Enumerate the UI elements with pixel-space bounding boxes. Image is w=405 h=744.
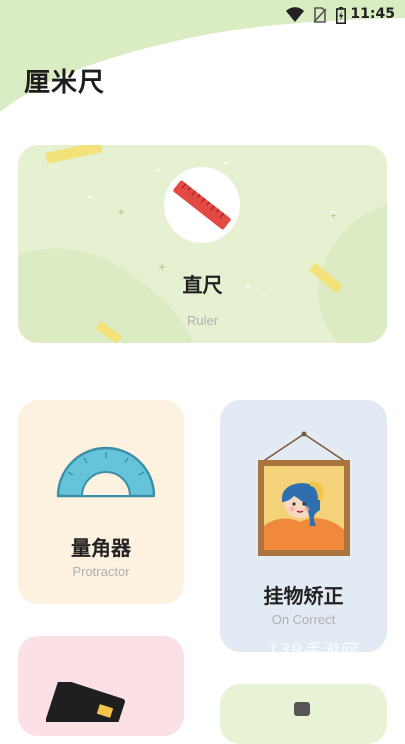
- framed-painting-icon: [258, 431, 350, 556]
- svg-text:+: +: [117, 207, 125, 218]
- ruler-card[interactable]: + + + 直尺 Ruler: [18, 145, 387, 343]
- battery-charging-icon: [336, 7, 346, 24]
- watermark: 139手游网: [267, 641, 357, 661]
- wifi-icon: [286, 7, 304, 22]
- protractor-icon: [56, 446, 156, 498]
- protractor-card-title: 量角器: [71, 536, 131, 560]
- svg-text:+: +: [330, 211, 337, 220]
- ruler-card-subtitle: Ruler: [186, 313, 219, 328]
- page-title: 厘米尺: [24, 68, 106, 98]
- status-bar: 11:45: [0, 0, 405, 32]
- partial-icon: [294, 702, 310, 716]
- black-card-icon: [46, 682, 125, 722]
- bottom-right-card[interactable]: [220, 684, 387, 744]
- object-correction-card-title: 挂物矫正: [263, 584, 344, 608]
- ruler-card-title: 直尺: [182, 273, 223, 297]
- protractor-card[interactable]: 量角器 Protractor: [18, 400, 184, 604]
- status-time: 11:45: [350, 6, 395, 22]
- protractor-card-subtitle: Protractor: [72, 564, 130, 579]
- object-correction-card-subtitle: On Correct: [271, 612, 336, 627]
- object-correction-card[interactable]: 挂物矫正 On Correct: [220, 400, 387, 652]
- no-sim-icon: [313, 7, 327, 23]
- ruler-icon: [164, 167, 240, 243]
- bottom-left-card[interactable]: [18, 636, 184, 736]
